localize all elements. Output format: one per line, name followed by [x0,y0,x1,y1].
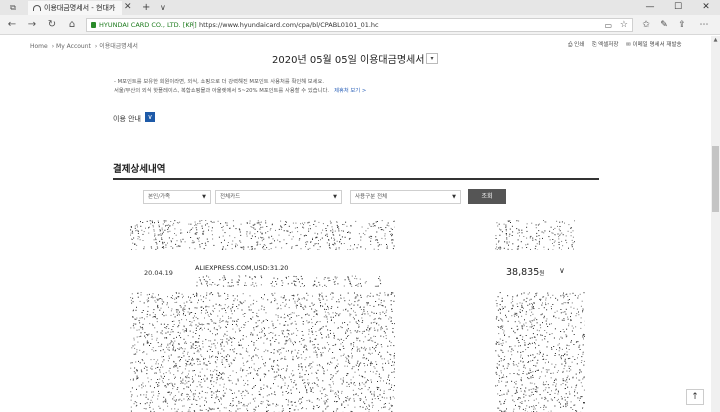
browser-tab[interactable]: 이용대금명세서 - 현대카 [28,1,122,15]
transaction-date: 20.04.19 [144,269,173,277]
forward-button[interactable]: → [24,18,40,32]
vertical-scrollbar[interactable] [711,36,720,412]
breadcrumb: Home › My Account › 이용대금명세서 [30,43,138,50]
url-field[interactable]: HYUNDAI CARD CO., LTD. [KR] https://www.… [86,18,633,32]
scroll-to-top-button[interactable]: ↑ [686,389,704,405]
search-button[interactable]: 조회 [468,189,506,204]
redaction-noise [495,220,575,250]
maximize-button[interactable]: ☐ [664,0,692,15]
expand-row-icon[interactable]: ∨ [559,266,565,275]
notice-line-1: - M포인트를 보유한 회원이라면, 외식, 쇼핑으로 더 강력해진 M포인트 … [114,79,325,85]
card-filter-select[interactable]: 전체카드 ▼ [215,190,342,204]
favorite-star-icon[interactable]: ☆ [620,19,628,31]
redacted-row [130,220,395,250]
redaction-noise [196,275,382,287]
tab-list-icon[interactable]: ∨ [160,1,166,14]
dropdown-arrow-icon: ▼ [333,194,337,200]
utility-links: ⎙ 인쇄 ⎘ 엑셀저장 ✉ 이메일 명세서 재발송 [562,40,682,49]
section-divider [113,178,599,180]
dropdown-arrow-icon: ▼ [202,194,206,200]
scroll-up-arrow-icon[interactable]: ▲ [711,36,720,44]
usage-type-value: 사용구분 전체 [355,194,388,200]
breadcrumb-my-account[interactable]: My Account [56,43,91,50]
transaction-merchant: ALIEXPRESS.COM,USD:31.20 [195,264,289,272]
more-icon[interactable]: ⋯ [696,18,712,32]
dropdown-arrow-icon: ▼ [452,194,456,200]
breadcrumb-home[interactable]: Home [30,43,48,50]
redaction-noise [130,292,395,412]
browser-tab-bar: ⧉ 이용대금명세서 - 현대카 ✕ + ∨ — ☐ ✕ [0,0,720,15]
print-link[interactable]: ⎙ 인쇄 [568,42,584,48]
lock-icon [91,22,96,28]
transaction-amount: 38,835원 [506,267,544,278]
tab-title: 이용대금명세서 - 현대카 [44,4,116,12]
home-button[interactable]: ⌂ [64,18,80,32]
redaction-noise [130,220,395,250]
back-button[interactable]: ← [4,18,20,32]
usage-guide-label[interactable]: 이용 안내 [113,114,141,124]
redacted-row [130,292,395,412]
minimize-button[interactable]: — [636,0,664,15]
share-icon[interactable]: ⇪ [674,18,690,32]
partner-link[interactable]: 제휴처 보기 > [334,88,366,94]
breadcrumb-current: 이용대금명세서 [99,43,138,50]
member-filter-select[interactable]: 본인/가족 ▼ [143,190,211,204]
url-divider [193,21,194,29]
excel-save-link[interactable]: ⎘ 엑셀저장 [592,42,618,48]
usage-guide-toggle[interactable]: ∨ [145,112,155,122]
browser-address-bar: ← → ↻ ⌂ HYUNDAI CARD CO., LTD. [KR] http… [0,15,720,35]
refresh-button[interactable]: ↻ [44,18,60,32]
reading-view-icon[interactable]: ▭ [604,20,612,32]
certificate-label[interactable]: HYUNDAI CARD CO., LTD. [KR] [99,19,197,31]
member-filter-value: 본인/가족 [148,194,171,200]
redaction-noise [495,292,585,412]
tab-close-icon[interactable]: ✕ [124,1,132,14]
section-title: 결제상세내역 [113,164,166,175]
amount-value: 38,835 [506,267,540,278]
statement-date-dropdown[interactable]: ▾ [426,53,438,64]
new-tab-button[interactable]: + [142,1,150,14]
notice-line-2: 서울/부산의 외식 핫플레이스, 복합쇼핑몰과 아울렛에서 5~20% M포인트… [114,88,330,94]
usage-type-select[interactable]: 사용구분 전체 ▼ [350,190,461,204]
url-text[interactable]: https://www.hyundaicard.com/cpa/bl/CPABL… [199,19,379,31]
redacted-detail [195,275,385,287]
page-title: 2020년 05월 05일 이용대금명세서 [272,55,425,66]
redacted-amount [495,292,585,412]
m-point-notice: - M포인트를 보유한 회원이라면, 외식, 쇼핑으로 더 강력해진 M포인트 … [114,78,366,96]
email-resend-link[interactable]: ✉ 이메일 명세서 재발송 [626,42,681,48]
card-filter-value: 전체카드 [220,194,241,200]
scrollbar-thumb[interactable] [712,146,719,212]
tab-set-aside-icon[interactable]: ⧉ [2,2,24,13]
favorites-icon[interactable]: ✩ [638,18,654,32]
notes-icon[interactable]: ✎ [656,18,672,32]
currency-unit: 원 [539,271,545,277]
redacted-amount [495,220,575,250]
close-window-button[interactable]: ✕ [692,0,720,15]
tab-favicon-icon [33,5,41,11]
